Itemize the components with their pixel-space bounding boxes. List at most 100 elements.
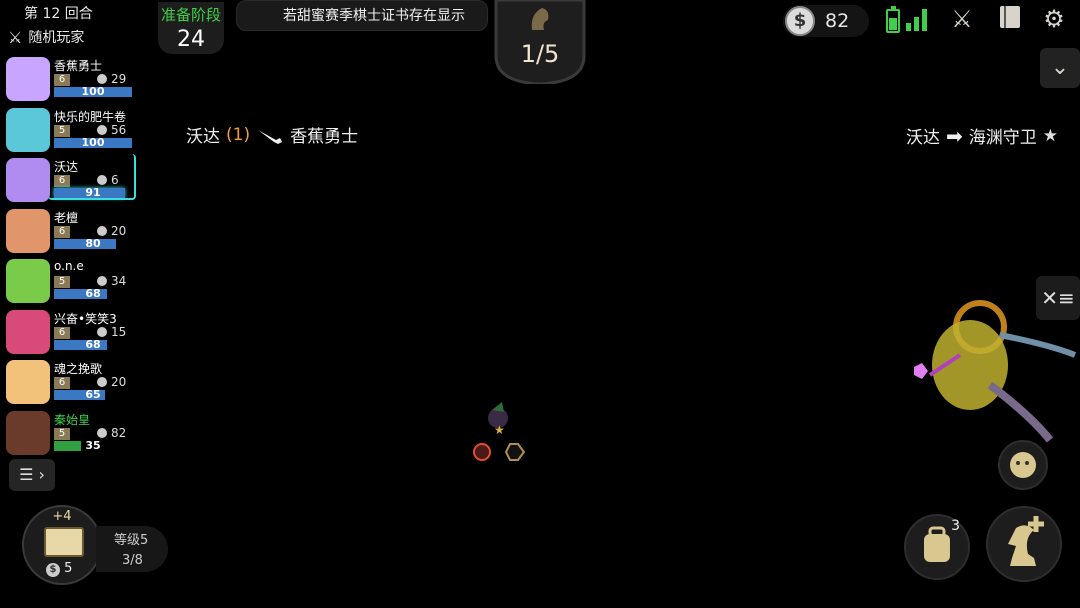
level-panel: 等级5 3/8 [96, 526, 168, 572]
player-gold-value: 6 [111, 173, 119, 187]
player-hp: 35 [85, 438, 101, 452]
player-row[interactable]: 快乐的肥牛卷 5 56 100 [0, 106, 140, 157]
menu-toggle-button[interactable]: ☰ › [9, 459, 55, 491]
event-attacker: 沃达 [186, 127, 220, 147]
round-counter-badge: 1/5 [492, 0, 588, 86]
player-row[interactable]: 香蕉勇士 6 29 100 [0, 55, 140, 106]
player-hp: 91 [85, 186, 101, 199]
battle-icon[interactable]: ⚔ [946, 3, 978, 35]
book-bonus: +4 [52, 509, 72, 524]
event-count: (1) [226, 124, 251, 145]
player-gold-value: 82 [111, 425, 127, 440]
round-label: 第 12 回合 [24, 6, 93, 22]
player-gold: 29 [97, 72, 126, 86]
player-gold: 20 [97, 224, 126, 238]
phase-countdown: 24 [177, 27, 205, 52]
event-attack-right: 沃达 ➡ 海渊守卫 ★ [906, 123, 1059, 149]
battery-icon [886, 6, 900, 33]
player-gold-value: 20 [111, 375, 127, 389]
announcement-marquee: 若甜蜜赛季棋士证书存在显示 [236, 0, 488, 31]
book-cost-value: 5 [64, 561, 73, 576]
player-gold: 20 [97, 375, 126, 389]
recruit-button[interactable] [986, 506, 1062, 582]
phase-timer: 准备阶段 24 [158, 2, 224, 54]
player-name: 香蕉勇士 [54, 59, 103, 73]
knight-plus-icon [1008, 516, 1044, 566]
avatar [6, 208, 50, 253]
player-gold-value: 15 [111, 324, 127, 339]
player-row[interactable]: o.n.e 5 34 68 [0, 257, 140, 308]
player-hp: 80 [85, 236, 101, 250]
svg-text:★: ★ [494, 423, 505, 437]
player-hp: 68 [85, 337, 101, 351]
player-gold: 6 [97, 173, 119, 187]
book-shop-button[interactable]: +4 $ 5 [22, 505, 102, 585]
coin-icon [97, 124, 107, 135]
sword-icon [258, 129, 283, 144]
coin-icon [97, 74, 107, 84]
player-name: 魂之挽歌 [54, 362, 103, 376]
player-gold-value: 29 [111, 72, 127, 86]
gear-icon[interactable]: ⚙ [1038, 3, 1070, 35]
coin-value: 82 [825, 10, 850, 32]
star-icon: ★ [1042, 125, 1059, 146]
player-row[interactable]: 秦始皇 5 82 35 [0, 409, 140, 460]
event-target: 香蕉勇士 [290, 127, 359, 147]
player-gold: 15 [97, 325, 126, 339]
avatar [6, 158, 50, 202]
player-gold-value: 34 [111, 274, 127, 288]
player-row[interactable]: 沃达 6 6 91 [0, 154, 140, 207]
avatar [6, 410, 50, 455]
coin-icon [97, 377, 107, 387]
level-xp: 3/8 [122, 553, 143, 568]
player-gold: 82 [97, 426, 126, 440]
coin-icon [97, 427, 107, 438]
crossed-swords-icon: ⚔ [8, 27, 23, 47]
coin-icon [97, 175, 107, 185]
avatar [6, 107, 50, 152]
player-row[interactable]: 老檀 6 20 80 [0, 207, 140, 258]
coin-icon: $ [46, 563, 60, 577]
phase-label: 准备阶段 [160, 6, 221, 24]
emoji-icon [1010, 452, 1036, 478]
backpack-button[interactable]: 3 [904, 514, 970, 580]
emoji-button[interactable] [998, 440, 1048, 490]
player-hp: 65 [85, 388, 101, 401]
book-cost: $ 5 [46, 561, 72, 577]
book-icon[interactable] [994, 3, 1026, 35]
enemy-unit [900, 295, 1080, 445]
arrow-right-icon: ➡ [946, 123, 963, 148]
player-gold-value: 56 [111, 122, 127, 137]
coin-icon [97, 225, 107, 236]
player-hp: 100 [81, 135, 105, 149]
coin-icon [97, 326, 107, 337]
coin-icon: $ [785, 6, 815, 36]
player-name: o.n.e [54, 259, 84, 273]
backpack-count: 3 [951, 518, 960, 534]
coin-display: $ 82 [783, 5, 869, 37]
board-unit[interactable]: ★ [470, 400, 530, 462]
round-counter: 1/5 [520, 40, 560, 68]
player-gold: 34 [97, 274, 126, 288]
player-hp: 68 [85, 287, 101, 300]
player-list: 香蕉勇士 6 29 100 快乐的肥牛卷 5 56 100 沃达 6 6 91 老檀 6 20 80 o.n.e… [0, 55, 140, 459]
avatar [6, 57, 50, 101]
level-label: 等级5 [114, 533, 149, 548]
player-name: 秦始皇 [54, 412, 91, 427]
avatar [6, 360, 50, 404]
event-attacker: 沃达 [906, 128, 940, 148]
event-target: 海渊守卫 [968, 128, 1037, 148]
book-icon [44, 527, 84, 557]
chevron-down-icon[interactable]: ⌄ [1040, 48, 1080, 88]
avatar [6, 259, 50, 303]
player-gold-value: 20 [111, 223, 127, 238]
mode-label: ⚔ 随机玩家 [8, 27, 84, 47]
player-hp: 100 [81, 85, 105, 98]
player-gold: 56 [97, 123, 126, 137]
event-attack-left: 沃达 (1) 香蕉勇士 [186, 122, 359, 148]
player-row[interactable]: 兴奋•笑笑3 6 15 68 [0, 308, 140, 359]
avatar [6, 309, 50, 354]
player-name: 沃达 [54, 160, 79, 174]
player-row[interactable]: 魂之挽歌 6 20 65 [0, 358, 140, 409]
player-name: 老檀 [54, 210, 79, 225]
